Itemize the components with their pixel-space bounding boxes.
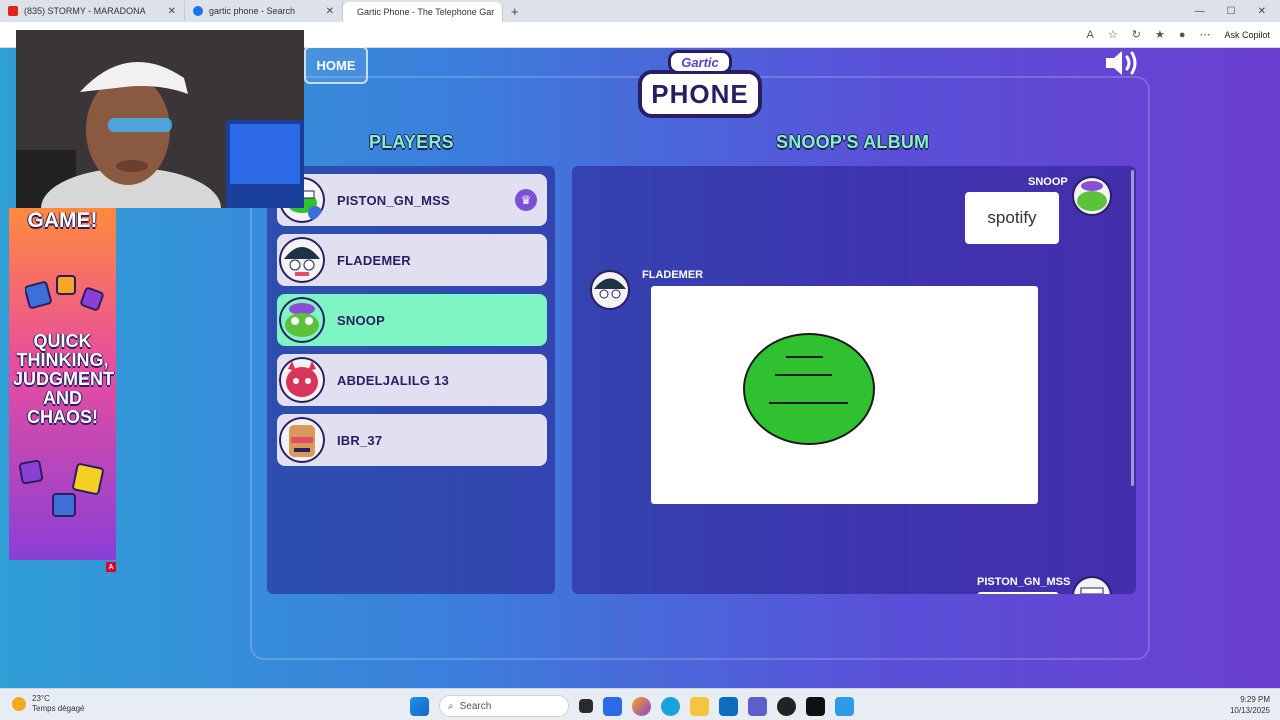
- logo-main-text: PHONE: [638, 70, 762, 118]
- player-name: IBR_37: [337, 432, 383, 448]
- search-placeholder: Search: [459, 700, 492, 712]
- toolbar-icons: A ☆ ↻ ★ ● ⋯ Ask Copilot: [1087, 28, 1280, 42]
- youtube-icon: [8, 6, 18, 16]
- weather-widget[interactable]: 23°C Temps dégagé: [12, 694, 84, 713]
- tab-label: Gartic Phone - The Telephone Gar: [357, 7, 495, 17]
- player-name: FLADEMER: [337, 252, 411, 268]
- browser-tab-youtube[interactable]: (835) STORMY - MARADONA ✕: [0, 1, 185, 21]
- obs-icon[interactable]: [777, 696, 796, 716]
- store-icon[interactable]: [603, 696, 622, 716]
- system-clock[interactable]: 9:29 PM 10/13/2025: [1230, 694, 1270, 716]
- album-panel: SNOOP spotify FLADEMER PISTON_GN_MSS spo…: [572, 166, 1136, 594]
- gartic-phone-logo: PHONE Gartic: [638, 46, 762, 122]
- avatar: [279, 357, 325, 403]
- streamer-video: [16, 30, 304, 208]
- task-view-icon[interactable]: [579, 699, 593, 713]
- weather-desc: Temps dégagé: [32, 703, 85, 713]
- close-icon[interactable]: ✕: [168, 6, 176, 17]
- browser-tab-search[interactable]: gartic phone - Search ✕: [185, 1, 343, 21]
- ad-tagline: QUICK THINKING, JUDGMENT AND CHAOS!: [13, 331, 115, 427]
- logo-top-text: Gartic: [668, 50, 732, 74]
- windows-start-icon[interactable]: [410, 696, 429, 716]
- album-heading: SNOOP'S ALBUM: [776, 132, 930, 152]
- copilot-icon[interactable]: [632, 696, 651, 716]
- album-drawing: [651, 286, 1038, 504]
- close-icon[interactable]: ✕: [326, 6, 334, 17]
- player-name: SNOOP: [337, 312, 385, 328]
- refresh-icon[interactable]: ↻: [1132, 28, 1141, 41]
- window-controls: — ☐ ✕: [1195, 6, 1280, 17]
- clock-time: 9:29 PM: [1240, 695, 1270, 704]
- read-aloud-icon[interactable]: A: [1087, 29, 1094, 41]
- album-username: PISTON_GN_MSS: [977, 576, 1071, 588]
- outlook-icon[interactable]: [719, 696, 738, 716]
- avatar: [1072, 576, 1112, 594]
- favorite-star-icon[interactable]: ☆: [1108, 28, 1118, 41]
- taskbar-icons: ⌕ Search: [410, 695, 854, 717]
- browser-tab-bar: (835) STORMY - MARADONA ✕ gartic phone -…: [0, 0, 1280, 22]
- crown-icon: ♛: [515, 189, 537, 211]
- capcut-icon[interactable]: [806, 696, 825, 716]
- browser-tab-gartic[interactable]: Gartic Phone - The Telephone Gar ✕: [343, 2, 503, 22]
- player-item: PISTON_GN_MSS ♛: [277, 174, 547, 226]
- tab-label: (835) STORMY - MARADONA: [24, 6, 146, 16]
- profile-icon[interactable]: ●: [1179, 29, 1186, 41]
- player-name: PISTON_GN_MSS: [337, 192, 450, 208]
- players-panel: PISTON_GN_MSS ♛ FLADEMER SNOOP ABDELJALI…: [267, 166, 555, 594]
- ad-badge: A: [106, 562, 116, 572]
- sun-icon: [12, 696, 26, 711]
- player-item: IBR_37: [277, 414, 547, 466]
- avatar: [1072, 176, 1112, 216]
- file-explorer-icon[interactable]: [690, 696, 709, 716]
- player-item-selected: SNOOP: [277, 294, 547, 346]
- favorites-icon[interactable]: ★: [1155, 28, 1165, 41]
- ad-headline: GAME!: [27, 209, 98, 232]
- edge-icon[interactable]: [661, 696, 680, 716]
- players-heading: PLAYERS: [369, 132, 454, 152]
- new-tab-button[interactable]: +: [503, 4, 527, 19]
- avatar: [279, 297, 325, 343]
- close-window-button[interactable]: ✕: [1258, 6, 1266, 17]
- game-icons: [25, 275, 104, 311]
- tab-label: gartic phone - Search: [209, 6, 296, 16]
- player-item: ABDELJALILG 13: [277, 354, 547, 406]
- more-icon[interactable]: ⋯: [1199, 28, 1210, 41]
- search-icon: ⌕: [448, 700, 454, 712]
- game-icons: [18, 459, 104, 517]
- side-advertisement[interactable]: GAME! QUICK THINKING, JUDGMENT AND CHAOS…: [9, 208, 116, 560]
- avatar: [279, 417, 325, 463]
- weather-temp: 23°C: [32, 694, 50, 703]
- windows-taskbar: 23°C Temps dégagé ⌕ Search 9:29 PM 10/13…: [0, 688, 1280, 720]
- copilot-button[interactable]: Ask Copilot: [1224, 30, 1270, 40]
- album-username: SNOOP: [1028, 176, 1068, 188]
- album-scrollbar[interactable]: [1131, 170, 1134, 486]
- speaker-icon[interactable]: [1104, 48, 1140, 78]
- maximize-button[interactable]: ☐: [1227, 6, 1236, 17]
- player-name: ABDELJALILG 13: [337, 372, 449, 388]
- player-item: FLADEMER: [277, 234, 547, 286]
- album-text-bubble: spotify: [965, 192, 1059, 244]
- weather-text: 23°C Temps dégagé: [32, 694, 84, 713]
- clock-date: 10/13/2025: [1229, 706, 1270, 716]
- spotify-drawing: [743, 333, 875, 445]
- taskbar-search[interactable]: ⌕ Search: [439, 695, 569, 717]
- avatar: [590, 270, 630, 310]
- search-icon: [193, 6, 203, 16]
- home-button[interactable]: HOME: [304, 46, 368, 84]
- webcam-overlay: [16, 30, 304, 208]
- minimize-button[interactable]: —: [1195, 6, 1205, 17]
- avatar: [279, 237, 325, 283]
- album-username: FLADEMER: [642, 269, 704, 281]
- teams-icon[interactable]: [748, 696, 767, 716]
- album-text-bubble: spoty: [977, 592, 1059, 594]
- photos-icon[interactable]: [835, 696, 854, 716]
